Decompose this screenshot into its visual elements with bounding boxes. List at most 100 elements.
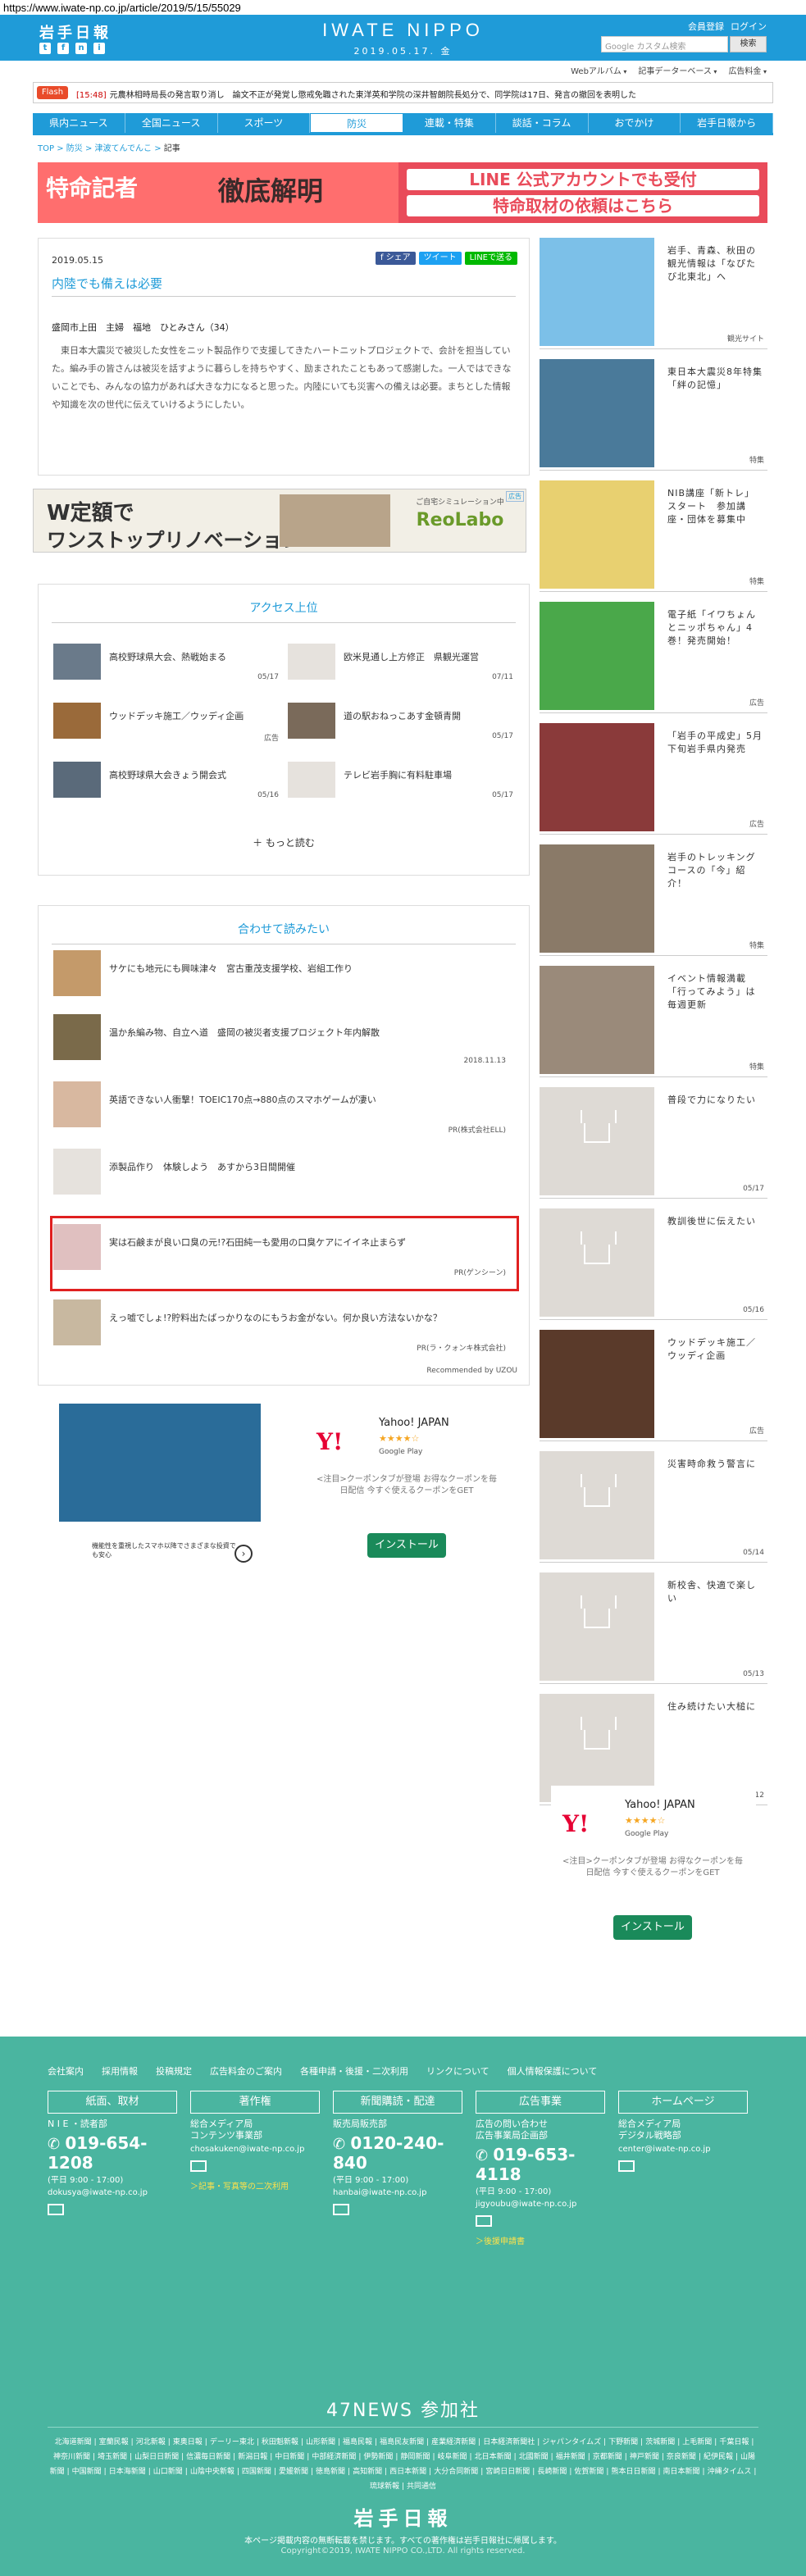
side-item[interactable]: 普段で力になりたい 05/17 [540,1084,767,1199]
paper-link[interactable]: 北日本新聞 [475,2453,512,2461]
nav-outing[interactable]: おでかけ [589,113,681,133]
side-item[interactable]: 岩手、青森、秋田の観光情報は「なぴたび北東北」へ 観光サイト [540,234,767,349]
paper-link[interactable]: 福島民友新聞 [380,2438,424,2446]
secondary-use-link[interactable]: ＞記事・写真等の二次利用 [190,2179,320,2191]
read-more-button[interactable]: ＋ もっと読む [39,835,529,849]
mail-icon[interactable] [48,2204,64,2215]
paper-link[interactable]: 山梨日日新聞 [134,2453,179,2461]
paper-link[interactable]: 山陰中央新報 [190,2468,235,2476]
list-item[interactable]: 道の駅おねっこあす金頓青開 05/17 [288,703,513,745]
side-item[interactable]: 「岩手の平成史」5月下旬岩手県内発売 広告 [540,720,767,835]
paper-link[interactable]: 日本経済新聞社 [483,2438,535,2446]
list-item[interactable]: 添製品作り 体験しよう あすから3日間開催 [53,1149,514,1201]
side-item[interactable]: 災害時命救う警言に 05/14 [540,1448,767,1563]
paper-link[interactable]: 中国新聞 [72,2468,102,2476]
phone-number[interactable]: 0120-240-840 [333,2133,462,2173]
nav-from-nippo[interactable]: 岩手日報から [681,113,773,133]
paper-link[interactable]: 秋田魁新報 [262,2438,298,2446]
paper-link[interactable]: 産業経済新聞 [431,2438,476,2446]
side-item[interactable]: ウッドデッキ施工／ウッディ企画 広告 [540,1327,767,1441]
flash-news-ticker[interactable]: Flash [15:48] 元農林相時局長の発言取り消し 論文不正が発覚し懲戒免職… [33,82,773,103]
email-address[interactable]: dokusya@iwate-np.co.jp [48,2188,177,2197]
paper-link[interactable]: 長崎新聞 [537,2468,567,2476]
breadcrumb-disaster[interactable]: 防災 [66,144,83,153]
paper-link[interactable]: 愛媛新聞 [279,2468,308,2476]
side-item[interactable]: NIB講座「新トレ」スタート 参加講座・団体を募集中 特集 [540,477,767,592]
mail-icon[interactable] [333,2204,349,2215]
web-album-link[interactable]: Webアルバム [571,64,626,76]
nav-series[interactable]: 連載・特集 [403,113,496,133]
paper-link[interactable]: 山口新聞 [153,2468,183,2476]
nav-disaster[interactable]: 防災 [310,113,403,133]
paper-link[interactable]: 京都新聞 [593,2453,622,2461]
banner-request-button[interactable]: 特命取材の依頼はこちら [407,195,759,216]
paper-link[interactable]: 熊本日日新聞 [611,2468,655,2476]
paper-link[interactable]: 福井新聞 [556,2453,585,2461]
paper-link[interactable]: 千葉日報 [719,2438,749,2446]
list-item[interactable]: 欧米見通し上方修正 県観光運営 07/11 [288,644,513,686]
footer-link-recruit[interactable]: 採用情報 [102,2064,138,2078]
paper-link[interactable]: 四国新聞 [242,2468,271,2476]
paper-link[interactable]: 下野新聞 [608,2438,638,2446]
paper-link[interactable]: 上毛新聞 [682,2438,712,2446]
paper-link[interactable]: 徳島新聞 [316,2468,345,2476]
list-item[interactable]: 英語できない人衝撃！TOEIC170点→880点のスマホゲームが凄い PR(株式… [53,1081,514,1135]
paper-link[interactable]: 中部経済新聞 [312,2453,356,2461]
paper-link[interactable]: 茨城新聞 [645,2438,675,2446]
special-reporter-banner[interactable]: 特命記者 徹底解明 LINE 公式アカウントでも受付 特命取材の依頼はこちら [38,162,767,223]
paper-link[interactable]: 日本海新聞 [109,2468,146,2476]
list-item[interactable]: えっ嘘でしょ!?貯料出たばっかりなのにもうお金がない。何か良い方法ないかな？ P… [53,1299,514,1353]
paper-link[interactable]: 埼玉新聞 [98,2453,127,2461]
ad-badge[interactable]: 広告 [506,491,524,502]
paper-link[interactable]: 紀伊民報 [704,2453,733,2461]
nav-sports[interactable]: スポーツ [218,113,311,133]
footer-link-submission[interactable]: 投稿規定 [156,2064,192,2078]
paper-link[interactable]: 高知新聞 [353,2468,382,2476]
nav-national-news[interactable]: 全国ニュース [125,113,218,133]
footer-link-privacy[interactable]: 個人情報保護について [508,2064,598,2078]
mail-icon[interactable] [618,2160,635,2172]
footer-link-ad-rates[interactable]: 広告料金のご案内 [210,2064,282,2078]
yahoo-app-ad-side[interactable]: Y! Yahoo! JAPAN ★★★★☆ Google Play <注目>クー… [551,1786,756,1991]
paper-link[interactable]: 北國新聞 [519,2453,549,2461]
paper-link[interactable]: 北海道新聞 [55,2438,92,2446]
paper-link[interactable]: 福島民報 [343,2438,372,2446]
search-button[interactable]: 検索 [730,36,767,52]
side-item[interactable]: イベント情報満載「行ってみよう」は毎週更新 特集 [540,963,767,1077]
flash-text[interactable]: [15:48] 元農林相時局長の発言取り消し 論文不正が発覚し懲戒免職された東洋英… [76,88,765,100]
paper-link[interactable]: 琉球新報 [370,2483,399,2491]
paper-link[interactable]: 山形新聞 [306,2438,335,2446]
list-item[interactable]: テレビ岩手胸に有料駐車場 05/17 [288,762,513,804]
paper-link[interactable]: 伊勢新聞 [363,2453,393,2461]
paper-link[interactable]: 奈良新聞 [667,2453,696,2461]
email-address[interactable]: hanbai@iwate-np.co.jp [333,2188,462,2197]
paper-link[interactable]: 大分合同新聞 [434,2468,478,2476]
tweet-button[interactable]: ツイート [418,252,462,265]
recommended-by[interactable]: Recommended by UZOU [426,1367,517,1375]
chevron-right-icon[interactable]: › [235,1545,253,1563]
paper-link[interactable]: 沖縄タイムス [708,2468,752,2476]
paper-link[interactable]: 共同通信 [407,2483,436,2491]
kabucom-ad[interactable]: カブドットコム証券 / 公式サイト 機能性を重視したスマホ以降でさまざまな投資で… [59,1404,261,1571]
breadcrumb-top[interactable]: TOP [38,144,54,153]
paper-link[interactable]: 東奥日報 [173,2438,203,2446]
yahoo-app-ad[interactable]: Y! Yahoo! JAPAN ★★★★☆ Google Play <注目>クー… [305,1404,507,1571]
footer-link-company[interactable]: 会社案内 [48,2064,84,2078]
ad-rates-link[interactable]: 広告料金 [728,64,767,76]
list-item[interactable]: サケにも地元にも興味津々 宮古重茂支援学校、岩組工作り [53,950,514,1003]
paper-link[interactable]: 河北新報 [136,2438,166,2446]
paper-link[interactable]: 宮崎日日新聞 [485,2468,530,2476]
footer-link-linking[interactable]: リンクについて [426,2064,490,2078]
sponsorship-link[interactable]: ＞後援申請書 [476,2234,605,2246]
phone-number[interactable]: 019-654-1208 [48,2133,177,2173]
list-item[interactable]: 実は石鹸まが良い口臭の元!?石田純一も愛用の口臭ケアにイイネ止まらず PR(ゲン… [53,1224,514,1277]
nav-column[interactable]: 談話・コラム [496,113,589,133]
install-button[interactable]: インストール [613,1915,692,1940]
install-button[interactable]: インストール [367,1533,446,1558]
login-link[interactable]: ログイン [731,20,767,33]
register-link[interactable]: 会員登録 [688,20,724,33]
paper-link[interactable]: ジャパンタイムズ [542,2438,601,2446]
paper-link[interactable]: 信濃毎日新聞 [186,2453,230,2461]
facebook-share-button[interactable]: f シェア [375,252,416,265]
side-item[interactable]: 電子紙「イワちょんとニッポちゃん」4巻！発売開始！ 広告 [540,598,767,713]
